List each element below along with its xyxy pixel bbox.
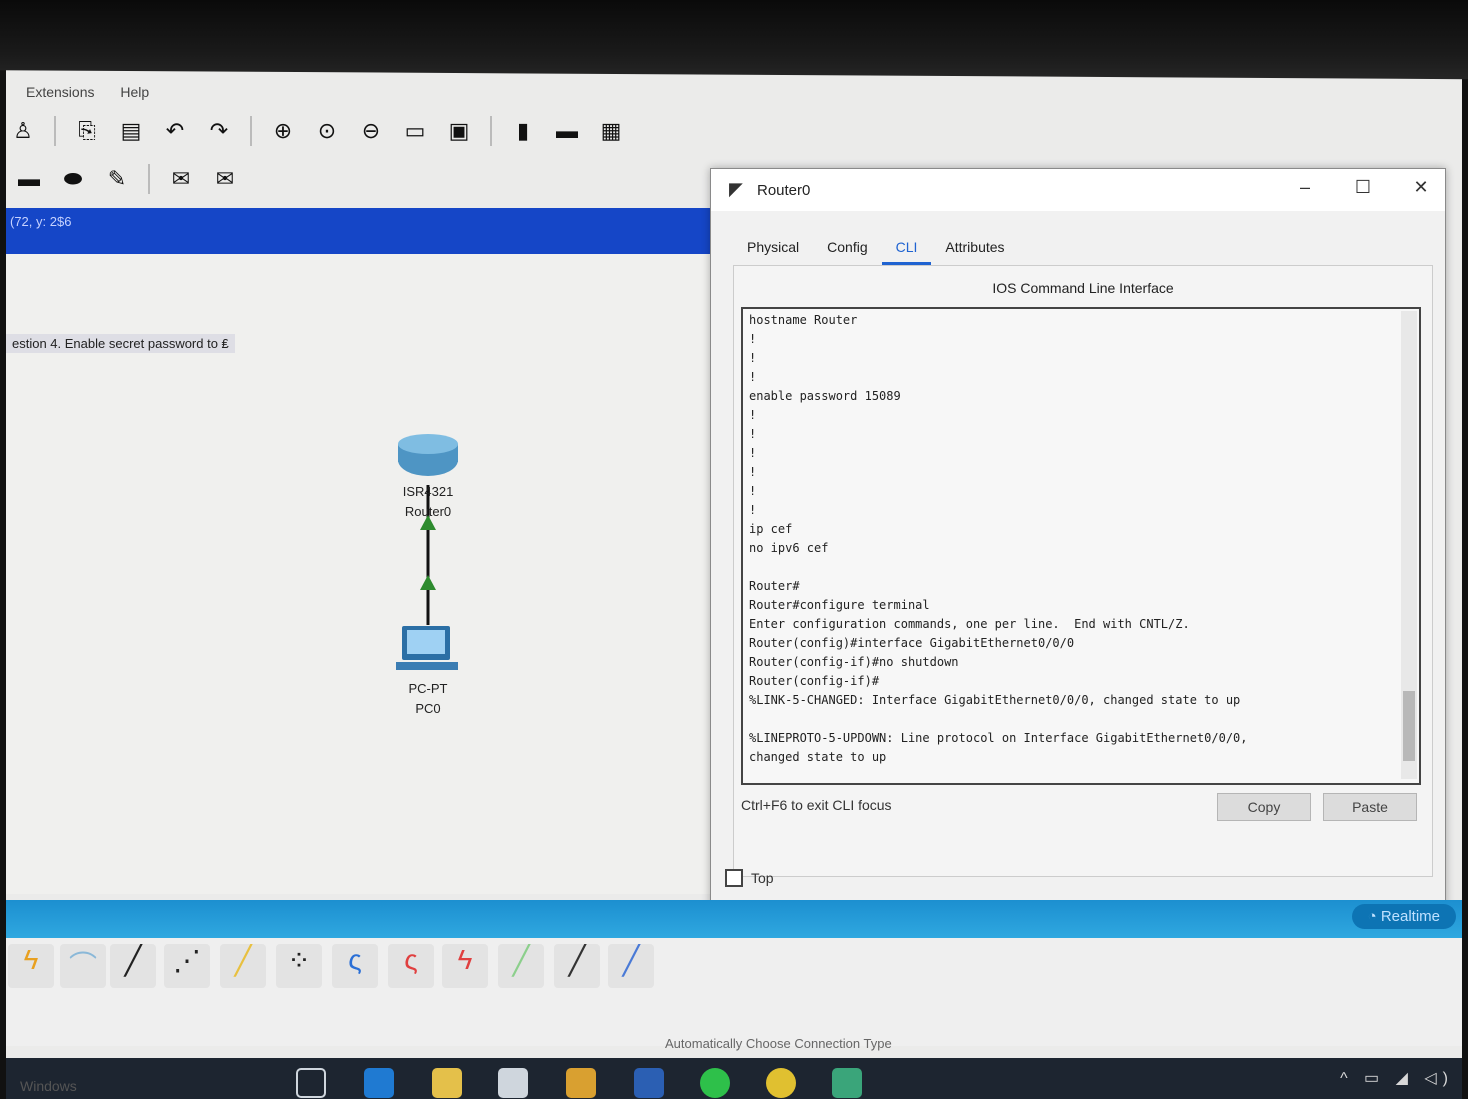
- activity-wizard-icon[interactable]: ♙: [8, 116, 38, 146]
- clock-icon: ◔: [1367, 908, 1381, 925]
- scrollbar-thumb[interactable]: [1403, 691, 1415, 761]
- redo-icon[interactable]: ↷: [204, 116, 234, 146]
- close-icon[interactable]: ✕: [1401, 177, 1441, 198]
- cli-focus-hint: Ctrl+F6 to exit CLI focus: [741, 797, 892, 813]
- router-name-label[interactable]: Router0: [383, 504, 473, 519]
- window-title: Router0: [757, 182, 811, 199]
- cable-phone-icon[interactable]: ⁘: [276, 944, 322, 988]
- menu-extensions[interactable]: Extensions: [26, 84, 94, 100]
- zoom-in-icon[interactable]: ⊕: [268, 116, 298, 146]
- router-window: ◤ Router0 – ☐ ✕ Physical Config CLI Attr…: [710, 168, 1446, 913]
- store-icon[interactable]: [498, 1068, 528, 1098]
- folder-icon[interactable]: ▬: [552, 116, 582, 146]
- cable-octal-icon[interactable]: ╱: [498, 944, 544, 988]
- cable-fiber-icon[interactable]: ╱: [220, 944, 266, 988]
- copy-button[interactable]: Copy: [1217, 793, 1311, 821]
- top-checkbox[interactable]: Top: [725, 869, 774, 887]
- tab-strip: Physical Config CLI Attributes: [733, 231, 1019, 265]
- draw-toolbar: ▬ ⬬ ✎ ✉ ✉: [14, 164, 240, 194]
- cable-console-icon[interactable]: ϟ: [8, 944, 54, 988]
- chrome-icon[interactable]: [766, 1068, 796, 1098]
- pc-icon-screen: [407, 630, 445, 654]
- ellipse-draw-icon[interactable]: ⬬: [58, 164, 88, 194]
- cable-coax-icon[interactable]: ς: [332, 944, 378, 988]
- maximize-icon[interactable]: ☐: [1343, 177, 1383, 198]
- cable-serial-dte-icon[interactable]: ϟ: [442, 944, 488, 988]
- topology: [396, 434, 458, 670]
- task-view-icon[interactable]: [296, 1068, 326, 1098]
- image-icon[interactable]: ▦: [596, 116, 626, 146]
- cable-rollover-icon[interactable]: ⌒: [60, 944, 106, 988]
- paste-icon[interactable]: ▤: [116, 116, 146, 146]
- windows-taskbar: Windows: [6, 1058, 1462, 1099]
- link-up-indicator: [420, 575, 436, 590]
- undo-icon[interactable]: ↶: [160, 116, 190, 146]
- freeform-draw-icon[interactable]: ✎: [102, 164, 132, 194]
- zoom-reset-icon[interactable]: ⊙: [312, 116, 342, 146]
- console-scrollbar[interactable]: [1401, 311, 1417, 779]
- router-window-icon: ◤: [729, 179, 743, 199]
- tab-config[interactable]: Config: [813, 231, 881, 265]
- menubar: Extensions Help: [26, 84, 171, 100]
- copy-icon[interactable]: ⎘: [72, 116, 102, 146]
- pc-icon-base: [396, 662, 458, 670]
- realtime-mode-button[interactable]: ◔ Realtime: [1351, 904, 1456, 929]
- edge-icon[interactable]: [364, 1068, 394, 1098]
- window-titlebar[interactable]: ◤ Router0 – ☐ ✕: [711, 169, 1445, 211]
- toolbar-separator: [54, 116, 56, 146]
- top-checkbox-label: Top: [751, 870, 774, 886]
- coords-readout: (72, y: 2$6: [10, 214, 72, 229]
- rectangle-icon[interactable]: ▭: [400, 116, 430, 146]
- cable-crossover-icon[interactable]: ⋰: [164, 944, 210, 988]
- checkbox-box[interactable]: [725, 869, 743, 887]
- paste-button[interactable]: Paste: [1323, 793, 1417, 821]
- cable-usb-icon[interactable]: ╱: [608, 944, 654, 988]
- tab-physical[interactable]: Physical: [733, 231, 813, 265]
- connection-type-label: Automatically Choose Connection Type: [665, 1036, 892, 1051]
- realtime-label: Realtime: [1380, 908, 1440, 925]
- pc-name-label[interactable]: PC0: [383, 701, 473, 716]
- mail-icon[interactable]: ✉: [166, 164, 196, 194]
- tab-cli[interactable]: CLI: [881, 231, 932, 265]
- folder-app-icon[interactable]: [566, 1068, 596, 1098]
- pc-model-label: PC-PT: [408, 681, 448, 696]
- tab-attributes[interactable]: Attributes: [931, 231, 1018, 265]
- whatsapp-icon[interactable]: [700, 1068, 730, 1098]
- device-icon[interactable]: ▮: [508, 116, 538, 146]
- cable-iot-icon[interactable]: ╱: [554, 944, 600, 988]
- cli-heading: IOS Command Line Interface: [992, 280, 1174, 296]
- cli-console[interactable]: hostname Router ! ! ! enable password 15…: [741, 307, 1421, 785]
- menu-help[interactable]: Help: [120, 84, 149, 100]
- cable-serial-dce-icon[interactable]: ς: [388, 944, 434, 988]
- toolbar-separator: [148, 164, 150, 194]
- file-explorer-icon[interactable]: [432, 1068, 462, 1098]
- minimize-icon[interactable]: –: [1285, 177, 1325, 198]
- rect-draw-icon[interactable]: ▬: [14, 164, 44, 194]
- system-tray[interactable]: ^ ▭ ◢ ◁): [1340, 1068, 1454, 1088]
- open-mail-icon[interactable]: ✉: [210, 164, 240, 194]
- word-icon[interactable]: [634, 1068, 664, 1098]
- workspace-note[interactable]: estion 4. Enable secret password to ₤: [6, 334, 235, 353]
- toolbar-separator: [250, 116, 252, 146]
- router-model-label: ISR4321: [402, 484, 454, 499]
- console-output[interactable]: hostname Router ! ! ! enable password 15…: [743, 309, 1419, 769]
- palette-icon[interactable]: ▣: [444, 116, 474, 146]
- cable-straight-icon[interactable]: ╱: [110, 944, 156, 988]
- main-toolbar: ♙ ⎘ ▤ ↶ ↷ ⊕ ⊙ ⊖ ▭ ▣ ▮ ▬ ▦: [8, 116, 626, 146]
- packet-tracer-icon[interactable]: [832, 1068, 862, 1098]
- toolbar-separator: [490, 116, 492, 146]
- windows-watermark: Windows: [20, 1078, 77, 1094]
- zoom-out-icon[interactable]: ⊖: [356, 116, 386, 146]
- mode-bar: [6, 900, 1462, 938]
- status-bar: (72, y: 2$6: [6, 208, 718, 254]
- router-icon-top: [398, 434, 458, 454]
